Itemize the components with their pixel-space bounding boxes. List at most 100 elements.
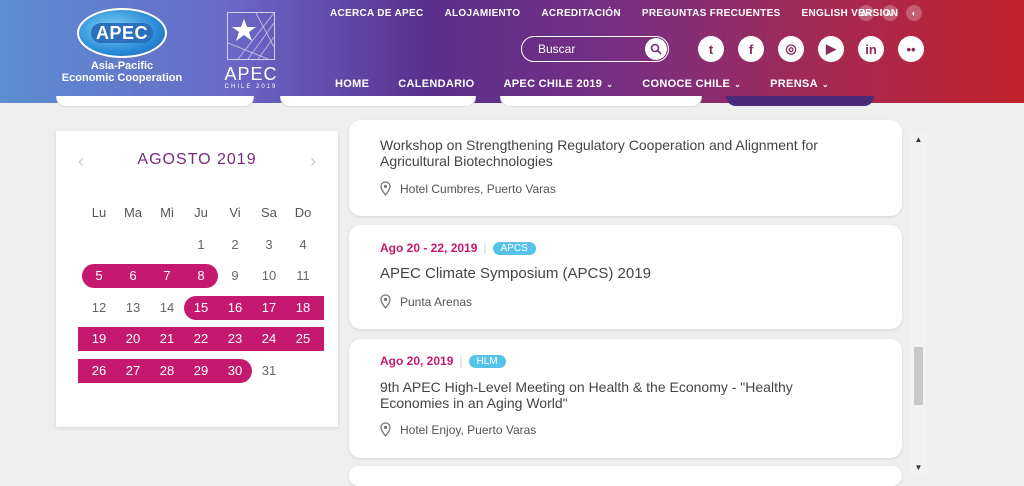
top-nav-accreditation[interactable]: ACREDITACIÓN <box>541 8 621 19</box>
nav-calendar[interactable]: CALENDARIO <box>398 78 474 90</box>
apec-globe-icon: APEC <box>77 8 167 58</box>
calendar-day[interactable]: 25 <box>286 327 320 351</box>
calendar-day[interactable]: 11 <box>286 264 320 288</box>
youtube-icon[interactable]: ▶ <box>818 36 844 62</box>
calendar-grid: Lu Ma Mi Ju Vi Sa Do 1 2 3 4 5 6 7 8 9 10 11 12 13 14 15 16 17 1… <box>78 201 324 391</box>
event-title[interactable]: Workshop on Strengthening Regulatory Coo… <box>380 137 850 169</box>
event-badge[interactable]: APCS <box>492 242 536 255</box>
weekday-label: Vi <box>229 205 241 220</box>
scroll-down-icon[interactable]: ▼ <box>910 461 927 475</box>
calendar-day[interactable]: 15 <box>184 296 218 320</box>
event-title[interactable]: 9th APEC High-Level Meeting on Health & … <box>380 379 850 411</box>
filter-button-stub[interactable] <box>726 96 874 106</box>
nav-conoce-chile[interactable]: CONOCE CHILE ⌄ <box>642 78 741 90</box>
event-location: Punta Arenas <box>380 294 472 309</box>
calendar-day[interactable]: 31 <box>252 359 286 383</box>
weekday-label: Do <box>294 205 312 220</box>
calendar-day[interactable]: 30 <box>218 359 252 383</box>
nav-prensa-label: PRENSA <box>770 78 818 90</box>
weekday-label: Ma <box>123 205 143 220</box>
font-decrease-button[interactable]: A- <box>882 5 898 21</box>
calendar-day[interactable]: 3 <box>252 233 286 257</box>
event-card[interactable]: Ago 20 - 22, 2019 | APCS APEC Climate Symp… <box>349 225 902 329</box>
scroll-up-icon[interactable]: ▲ <box>910 133 927 147</box>
calendar-day[interactable]: 29 <box>184 359 218 383</box>
calendar-day[interactable]: 18 <box>286 296 320 320</box>
calendar-day[interactable]: 27 <box>116 359 150 383</box>
apec-logo[interactable]: APEC Asia-Pacific Economic Cooperation <box>56 8 188 86</box>
calendar-day[interactable]: 24 <box>252 327 286 351</box>
nav-calendar-label: CALENDARIO <box>398 78 475 90</box>
main-nav: HOME CALENDARIO APEC CHILE 2019 ⌄ CONOCE … <box>335 78 858 90</box>
linkedin-icon[interactable]: in <box>858 36 884 62</box>
calendar-week: 26 27 28 29 30 31 <box>78 358 320 391</box>
nav-home-label: HOME <box>335 78 370 90</box>
calendar-day[interactable]: 9 <box>218 264 252 288</box>
calendar-day[interactable]: 7 <box>150 264 184 288</box>
top-nav-faq[interactable]: PREGUNTAS FRECUENTES <box>642 8 781 19</box>
weekday-label: Ju <box>194 205 208 220</box>
calendar-week: 1234 <box>82 233 320 265</box>
calendar-day[interactable]: 28 <box>150 359 184 383</box>
font-increase-button[interactable]: A+ <box>858 5 874 21</box>
calendar-day[interactable]: 22 <box>184 327 218 351</box>
chile-logo-year: CHILE 2019 <box>224 84 278 90</box>
calendar-day[interactable]: 6 <box>116 264 150 288</box>
filter-field-stub[interactable] <box>280 96 476 107</box>
search-button[interactable] <box>645 38 667 60</box>
calendar-widget: ‹ AGOSTO 2019 › Lu Ma Mi Ju Vi Sa Do 1 2 3 4 5 6 7 8 9 1… <box>56 131 338 427</box>
scrollbar[interactable]: ▲ ▼ <box>910 131 927 475</box>
weekday-label: Lu <box>91 205 107 220</box>
calendar-day[interactable]: 21 <box>150 327 184 351</box>
event-card[interactable]: Ago 20, 2019 | HLM 9th APEC High-Level Mee… <box>349 339 902 458</box>
calendar-day[interactable]: 10 <box>252 264 286 288</box>
search-icon <box>650 43 662 55</box>
weekday-label: Sa <box>261 205 277 220</box>
calendar-day[interactable]: 23 <box>218 327 252 351</box>
top-nav-lodging[interactable]: ALOJAMIENTO <box>444 8 520 19</box>
apec-logo-subtitle-1: Asia-Pacific <box>90 60 154 72</box>
scroll-thumb[interactable] <box>914 347 923 405</box>
filter-field-stub[interactable] <box>56 96 254 107</box>
calendar-week: 19 20 21 22 23 24 25 <box>78 327 324 359</box>
nav-home[interactable]: HOME <box>335 78 369 90</box>
accessibility-controls: A+ A- ◐ <box>858 5 922 21</box>
calendar-day[interactable]: 13 <box>116 296 150 320</box>
top-nav-about[interactable]: ACERCA DE APEC <box>330 8 423 19</box>
calendar-day[interactable]: 5 <box>82 264 116 288</box>
nav-prensa[interactable]: PRENSA ⌄ <box>770 78 829 90</box>
event-location-text: Hotel Cumbres, Puerto Varas <box>400 181 556 196</box>
calendar-day[interactable]: 8 <box>184 264 218 288</box>
filter-field-stub[interactable] <box>500 96 702 107</box>
flickr-icon[interactable]: •• <box>898 36 924 62</box>
search-input[interactable]: Buscar <box>521 36 669 62</box>
location-pin-icon <box>380 294 391 309</box>
chevron-down-icon: ⌄ <box>734 80 742 89</box>
event-card[interactable] <box>349 466 902 486</box>
calendar-day[interactable]: 17 <box>252 296 286 320</box>
event-card[interactable]: Workshop on Strengthening Regulatory Coo… <box>349 120 902 216</box>
calendar-day[interactable]: 4 <box>286 233 320 257</box>
calendar-day[interactable]: 20 <box>116 327 150 351</box>
calendar-day[interactable]: 16 <box>218 296 252 320</box>
calendar-day[interactable]: 26 <box>82 359 116 383</box>
calendar-month: AGOSTO 2019 <box>137 151 257 168</box>
chevron-right-icon[interactable]: › <box>310 151 316 172</box>
calendar-day[interactable]: 12 <box>82 296 116 320</box>
calendar-day[interactable]: 14 <box>150 296 184 320</box>
calendar-day[interactable]: 2 <box>218 233 252 257</box>
calendar-week: 12 13 14 15 16 17 18 <box>82 295 324 328</box>
event-badge[interactable]: HLM <box>468 355 506 368</box>
twitter-icon[interactable]: t <box>698 36 724 62</box>
calendar-day[interactable]: 19 <box>82 327 116 351</box>
event-title[interactable]: APEC Climate Symposium (APCS) 2019 <box>380 266 850 282</box>
contrast-toggle-icon[interactable]: ◐ <box>906 5 922 21</box>
chevron-down-icon: ⌄ <box>821 80 829 89</box>
nav-apec-chile-label: APEC CHILE 2019 <box>503 78 603 90</box>
apec-chile-logo[interactable]: APEC CHILE 2019 <box>218 12 284 92</box>
calendar-day[interactable]: 1 <box>184 233 218 257</box>
facebook-icon[interactable]: f <box>738 36 764 62</box>
date-separator: | <box>483 241 487 255</box>
instagram-icon[interactable]: ◎ <box>778 36 804 62</box>
nav-apec-chile[interactable]: APEC CHILE 2019 ⌄ <box>504 78 614 90</box>
